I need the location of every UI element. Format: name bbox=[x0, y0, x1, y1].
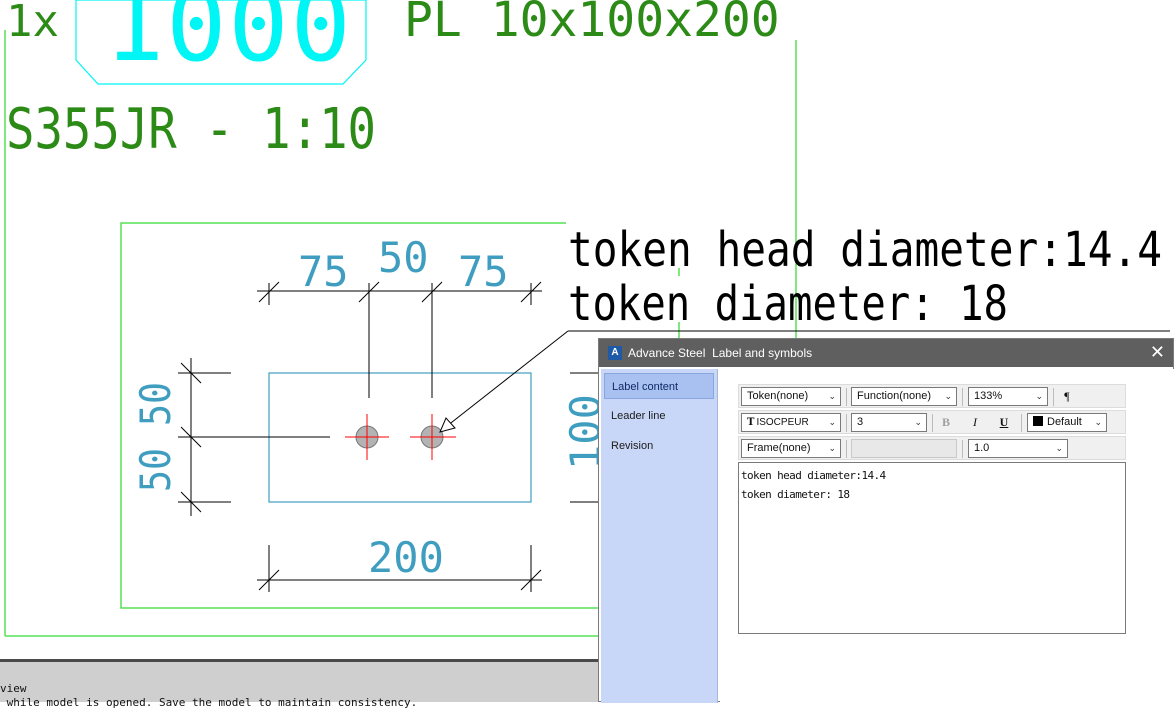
view-frame bbox=[120, 222, 598, 609]
frame-dropdown-value: Frame(none) bbox=[747, 442, 811, 454]
dimension-left bbox=[178, 358, 330, 516]
label-text-line-2: token diameter: 18 bbox=[741, 488, 850, 501]
toolbar-row-font: T ISOCPEUR ⌄ 3 ⌄ B I U Default ⌄ bbox=[738, 410, 1126, 434]
toolbar-row-token: Token(none) ⌄ Function(none) ⌄ 133% ⌄ ¶ bbox=[738, 384, 1126, 408]
close-icon[interactable]: ✕ bbox=[1150, 342, 1165, 362]
color-dropdown[interactable]: Default ⌄ bbox=[1027, 413, 1107, 432]
function-dropdown-value: Function(none) bbox=[857, 390, 931, 402]
label-text-editor[interactable]: token head diameter:14.4 token diameter:… bbox=[738, 462, 1126, 634]
label-text-line-1: token head diameter:14.4 bbox=[741, 469, 886, 482]
command-line-history: view while model is opened. Save the mod… bbox=[0, 659, 598, 709]
chevron-down-icon: ⌄ bbox=[828, 417, 836, 427]
toolbar-separator bbox=[846, 388, 847, 406]
toolbar-separator bbox=[932, 414, 933, 432]
text-size-value: 3 bbox=[857, 416, 864, 428]
frame-value-dropdown[interactable]: 1.0 ⌄ bbox=[968, 439, 1068, 458]
chevron-down-icon: ⌄ bbox=[828, 443, 836, 453]
font-dropdown[interactable]: T ISOCPEUR ⌄ bbox=[741, 413, 841, 432]
dim-top-middle-text: 50 bbox=[378, 233, 429, 282]
zoom-dropdown[interactable]: 133% ⌄ bbox=[968, 387, 1048, 406]
dialog-title-bar[interactable]: A Advance Steel Label and symbols ✕ bbox=[599, 339, 1173, 367]
dim-top-right-text: 75 bbox=[458, 247, 509, 296]
token-dropdown[interactable]: Token(none) ⌄ bbox=[741, 387, 841, 406]
toolbar-separator bbox=[1053, 388, 1054, 406]
dim-top-left-text: 75 bbox=[298, 247, 349, 296]
command-line-1: view bbox=[0, 682, 27, 695]
label-line-1: token head diameter:14.4 bbox=[568, 222, 1162, 278]
dim-left-text: 50 50 bbox=[131, 382, 180, 492]
material-scale-text: S355JR - 1:10 bbox=[6, 97, 376, 162]
nav-item-leader-line[interactable]: Leader line bbox=[604, 403, 714, 429]
function-dropdown[interactable]: Function(none) ⌄ bbox=[851, 387, 957, 406]
bold-button[interactable]: B bbox=[936, 413, 956, 432]
chevron-down-icon: ⌄ bbox=[1055, 443, 1063, 453]
font-dropdown-value: ISOCPEUR bbox=[756, 417, 809, 428]
toolbar-row-frame: Frame(none) ⌄ 1.0 ⌄ bbox=[738, 436, 1126, 460]
toolbar-separator bbox=[962, 440, 963, 458]
zoom-dropdown-value: 133% bbox=[974, 390, 1003, 402]
paragraph-icon[interactable]: ¶ bbox=[1057, 387, 1077, 406]
command-line-2: while model is opened. Save the model to… bbox=[0, 696, 418, 709]
toolbar-separator bbox=[962, 388, 963, 406]
label-content-panel: Token(none) ⌄ Function(none) ⌄ 133% ⌄ ¶ T IS… bbox=[720, 369, 1174, 703]
part-name-text: PL 10x100x200 bbox=[404, 0, 780, 48]
hole-left bbox=[345, 414, 389, 460]
font-type-icon: T bbox=[747, 417, 755, 428]
color-dropdown-value: Default bbox=[1047, 416, 1082, 428]
quantity-text: 1x bbox=[6, 0, 59, 47]
token-dropdown-value: Token(none) bbox=[747, 390, 809, 402]
nav-item-label-content[interactable]: Label content bbox=[604, 373, 714, 399]
advance-steel-logo-icon: A bbox=[608, 346, 622, 360]
nav-item-revision[interactable]: Revision bbox=[604, 433, 714, 459]
chevron-down-icon: ⌄ bbox=[828, 391, 836, 401]
dialog-title: Advance Steel Label and symbols bbox=[628, 346, 812, 360]
toolbar-separator bbox=[1021, 414, 1022, 432]
chevron-down-icon: ⌄ bbox=[914, 417, 922, 427]
underline-button[interactable]: U bbox=[994, 413, 1014, 432]
dim-bottom-text: 200 bbox=[368, 533, 444, 582]
toolbar-separator bbox=[846, 440, 847, 458]
dimension-top bbox=[257, 281, 542, 398]
label-line-2: token diameter: 18 bbox=[568, 276, 1008, 332]
text-size-dropdown[interactable]: 3 ⌄ bbox=[851, 413, 927, 432]
mark-number: 1000 bbox=[104, 0, 353, 84]
italic-button[interactable]: I bbox=[965, 413, 985, 432]
dialog-nav-panel: Label content Leader line Revision bbox=[601, 369, 718, 703]
label-and-symbols-dialog: A Advance Steel Label and symbols ✕ Labe… bbox=[598, 338, 1174, 703]
color-swatch bbox=[1033, 416, 1043, 427]
dialog-title-name: Label and symbols bbox=[712, 346, 813, 360]
chevron-down-icon: ⌄ bbox=[1094, 417, 1102, 427]
chevron-down-icon: ⌄ bbox=[1035, 391, 1043, 401]
chevron-down-icon: ⌄ bbox=[944, 391, 952, 401]
frame-dropdown[interactable]: Frame(none) ⌄ bbox=[741, 439, 841, 458]
frame-option-field bbox=[851, 439, 957, 458]
toolbar-separator bbox=[846, 414, 847, 432]
frame-value: 1.0 bbox=[974, 442, 990, 454]
dialog-app-name: Advance Steel bbox=[628, 346, 706, 360]
